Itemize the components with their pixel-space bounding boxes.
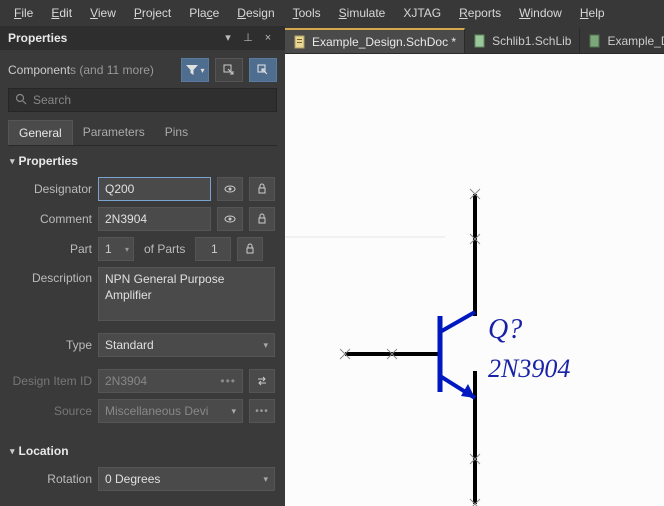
section-properties-header[interactable]: Properties — [0, 146, 285, 174]
source-label: Source — [10, 404, 92, 418]
of-parts-label: of Parts — [140, 242, 189, 256]
description-input[interactable]: NPN General Purpose Amplifier — [98, 267, 275, 321]
rotation-label: Rotation — [10, 472, 92, 486]
search-placeholder: Search — [33, 93, 71, 107]
canvas-comment-text[interactable]: 2N3904 — [488, 354, 570, 384]
doc-tab-1[interactable]: Example_Design.SchDoc * — [285, 28, 465, 53]
pcbdoc-icon — [588, 34, 602, 48]
properties-panel: Properties ▾ ⊥ × Components (and 11 more… — [0, 26, 285, 506]
tab-parameters[interactable]: Parameters — [73, 120, 155, 145]
designator-input[interactable] — [98, 177, 211, 201]
select-toggle-2-button[interactable] — [249, 58, 277, 82]
canvas-designator-text[interactable]: Q? — [488, 314, 522, 346]
section-location-header[interactable]: Location — [0, 436, 285, 464]
menu-place[interactable]: Place — [181, 2, 227, 24]
parts-total: 1 — [195, 237, 231, 261]
menu-simulate[interactable]: Simulate — [331, 2, 394, 24]
designator-lock-button[interactable] — [249, 177, 275, 201]
menu-bar: File Edit View Project Place Design Tool… — [0, 0, 664, 26]
design-item-label: Design Item ID — [10, 374, 92, 388]
document-tabs: Example_Design.SchDoc * Schlib1.SchLib E… — [285, 26, 664, 54]
doc-tab-3[interactable]: Example_Design.P — [580, 28, 664, 53]
part-lock-button[interactable] — [237, 237, 263, 261]
menu-edit[interactable]: Edit — [43, 2, 80, 24]
comment-label: Comment — [10, 212, 92, 226]
rotation-select[interactable]: 0 Degrees▾ — [98, 467, 275, 491]
panel-menu-icon[interactable]: ▾ — [219, 29, 237, 47]
menu-window[interactable]: Window — [511, 2, 570, 24]
type-label: Type — [10, 338, 92, 352]
panel-title: Properties — [8, 31, 217, 45]
menu-help[interactable]: Help — [572, 2, 613, 24]
designator-label: Designator — [10, 182, 92, 196]
comment-lock-button[interactable] — [249, 207, 275, 231]
design-item-input[interactable]: 2N3904••• — [98, 369, 243, 393]
part-label: Part — [10, 242, 92, 256]
panel-close-icon[interactable]: × — [259, 29, 277, 47]
workspace: Example_Design.SchDoc * Schlib1.SchLib E… — [285, 26, 664, 506]
menu-xjtag[interactable]: XJTAG — [395, 2, 449, 24]
source-more-button[interactable]: ••• — [249, 399, 275, 423]
designator-visibility-button[interactable] — [217, 177, 243, 201]
comment-input[interactable]: 2N3904 — [98, 207, 211, 231]
part-number-select[interactable]: 1▾ — [98, 237, 134, 261]
menu-view[interactable]: View — [82, 2, 124, 24]
description-label: Description — [10, 267, 92, 285]
menu-tools[interactable]: Tools — [285, 2, 329, 24]
menu-design[interactable]: Design — [229, 2, 282, 24]
select-toggle-1-button[interactable] — [215, 58, 243, 82]
panel-tabs: General Parameters Pins — [8, 120, 277, 146]
schlib-icon — [473, 34, 487, 48]
panel-pin-icon[interactable]: ⊥ — [239, 29, 257, 47]
search-input[interactable]: Search — [8, 88, 277, 112]
menu-file[interactable]: File — [6, 2, 41, 24]
schematic-canvas[interactable]: Q? 2N3904 — [285, 54, 664, 506]
tab-pins[interactable]: Pins — [155, 120, 198, 145]
source-select[interactable]: Miscellaneous Devi▾ — [98, 399, 243, 423]
schdoc-icon — [293, 35, 307, 49]
type-select[interactable]: Standard▾ — [98, 333, 275, 357]
search-icon — [15, 93, 27, 108]
comment-visibility-button[interactable] — [217, 207, 243, 231]
doc-tab-2[interactable]: Schlib1.SchLib — [465, 28, 580, 53]
design-item-swap-button[interactable] — [249, 369, 275, 393]
filter-funnel-button[interactable]: ▾ — [181, 58, 209, 82]
filter-scope-text: Components (and 11 more) — [8, 63, 175, 77]
menu-project[interactable]: Project — [126, 2, 179, 24]
tab-general[interactable]: General — [8, 120, 73, 145]
menu-reports[interactable]: Reports — [451, 2, 509, 24]
